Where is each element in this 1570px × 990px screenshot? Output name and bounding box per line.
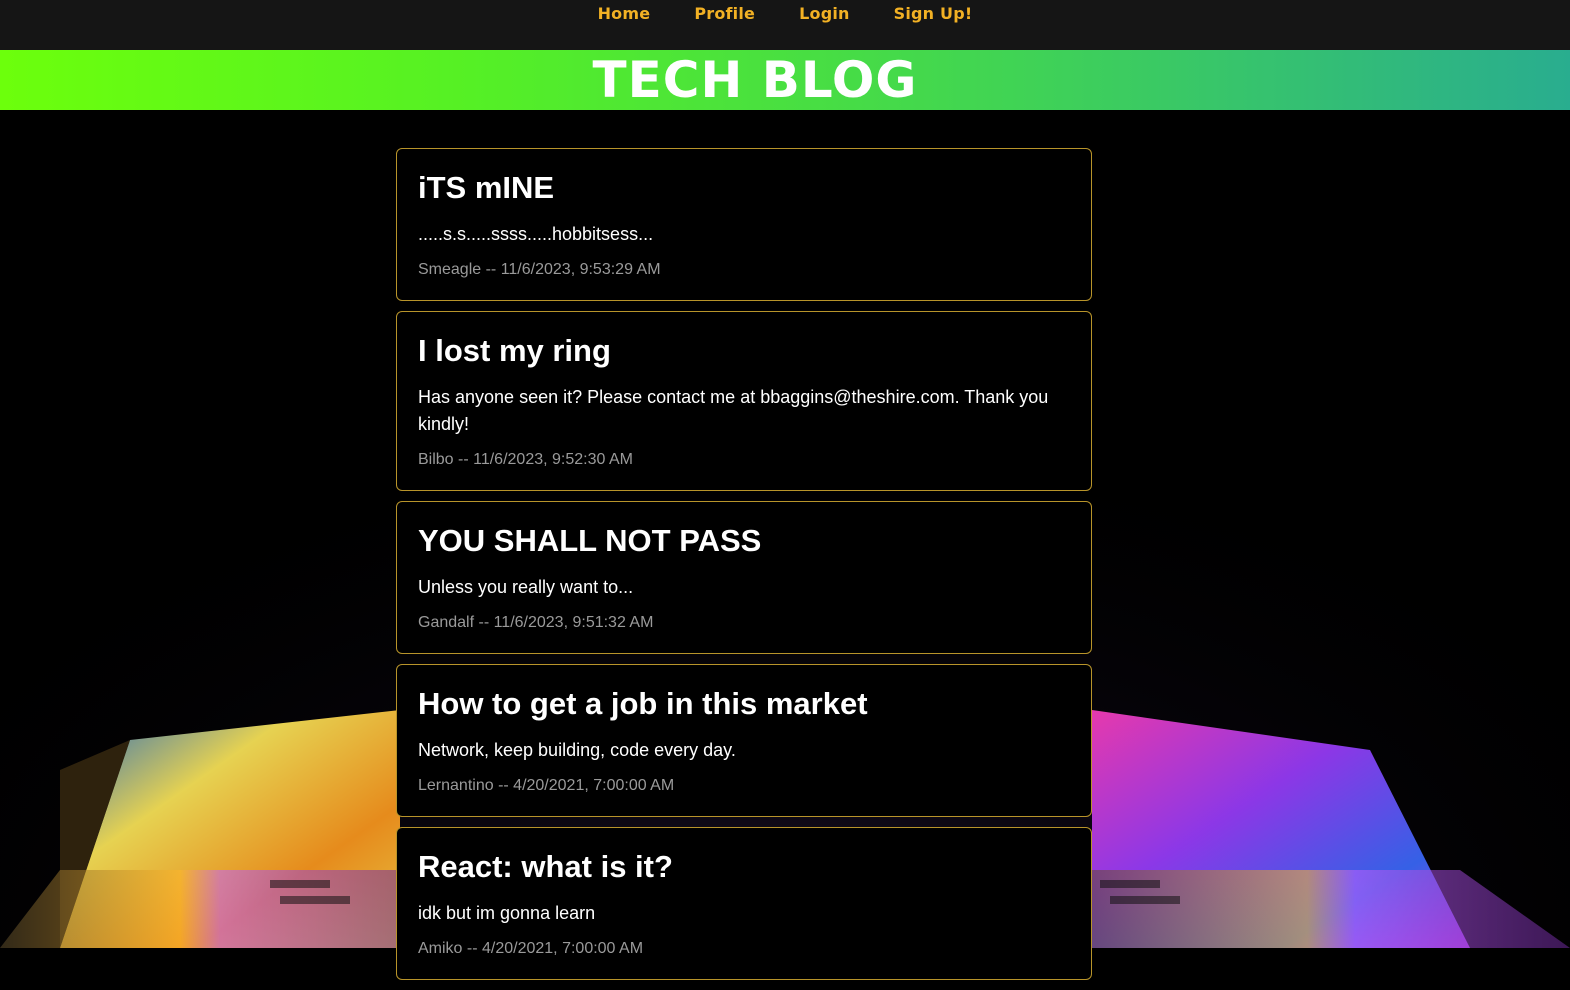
nav-home-link[interactable]: Home xyxy=(598,4,651,23)
nav-links: Home Profile Login Sign Up! xyxy=(0,4,1570,23)
post-body: Network, keep building, code every day. xyxy=(418,740,736,760)
post-list: iTS mINE .....s.s.....ssss.....hobbitses… xyxy=(396,148,1092,990)
post-title: I lost my ring xyxy=(418,333,611,368)
post-card[interactable]: I lost my ring Has anyone seen it? Pleas… xyxy=(396,311,1092,491)
nav-signup-link[interactable]: Sign Up! xyxy=(894,4,973,23)
post-card[interactable]: How to get a job in this market Network,… xyxy=(396,664,1092,817)
post-meta: Smeagle -- 11/6/2023, 9:53:29 AM xyxy=(418,261,661,278)
post-body: .....s.s.....ssss.....hobbitsess... xyxy=(418,224,654,244)
site-banner: TECH BLOG xyxy=(0,50,1570,110)
post-card[interactable]: React: what is it? idk but im gonna lear… xyxy=(396,827,1092,980)
post-meta: Lernantino -- 4/20/2021, 7:00:00 AM xyxy=(418,777,675,794)
post-card[interactable]: iTS mINE .....s.s.....ssss.....hobbitses… xyxy=(396,148,1092,301)
post-body: Has anyone seen it? Please contact me at… xyxy=(418,387,1049,434)
post-card[interactable]: YOU SHALL NOT PASS Unless you really wan… xyxy=(396,501,1092,654)
post-title: How to get a job in this market xyxy=(418,686,868,721)
site-title: TECH BLOG xyxy=(592,51,918,109)
post-title: YOU SHALL NOT PASS xyxy=(418,523,762,558)
post-meta: Bilbo -- 11/6/2023, 9:52:30 AM xyxy=(418,451,633,468)
nav-login-link[interactable]: Login xyxy=(799,4,850,23)
top-navigation: Home Profile Login Sign Up! xyxy=(0,0,1570,50)
post-title: React: what is it? xyxy=(418,849,673,884)
post-meta: Gandalf -- 11/6/2023, 9:51:32 AM xyxy=(418,614,654,631)
post-body: idk but im gonna learn xyxy=(418,903,596,923)
post-title: iTS mINE xyxy=(418,170,555,205)
post-meta: Amiko -- 4/20/2021, 7:00:00 AM xyxy=(418,940,644,957)
post-body: Unless you really want to... xyxy=(418,577,634,597)
nav-profile-link[interactable]: Profile xyxy=(694,4,755,23)
